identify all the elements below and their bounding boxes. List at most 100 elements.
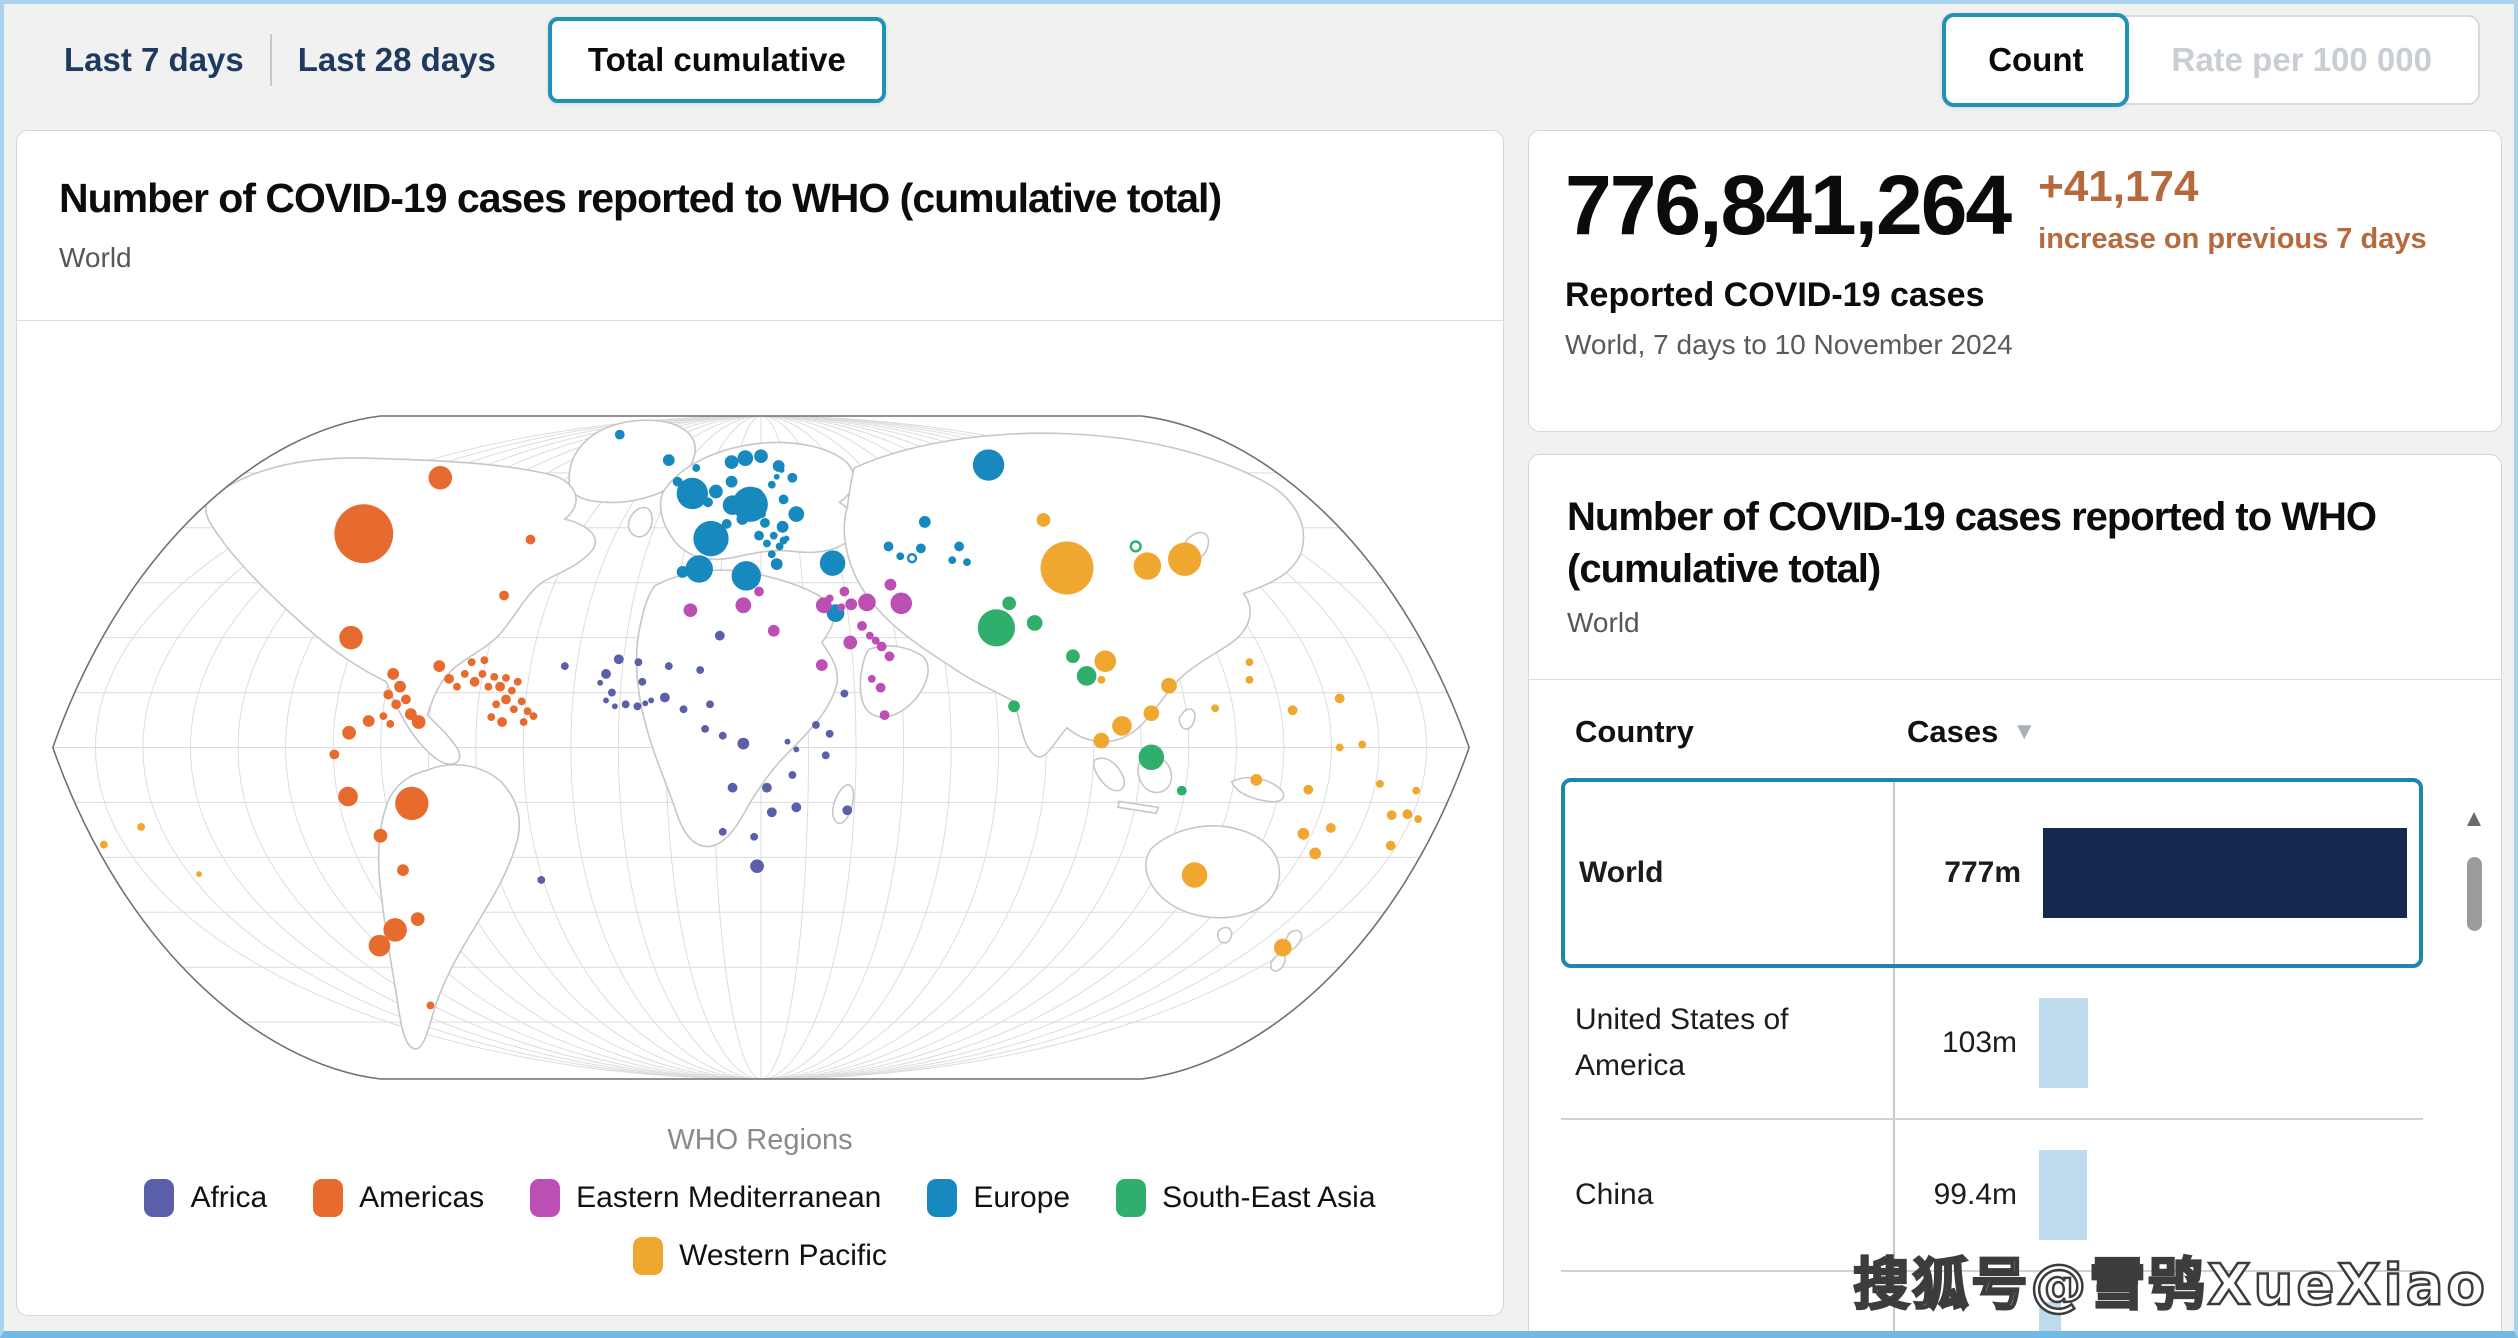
- map-bubble-eu[interactable]: [685, 555, 713, 583]
- map-bubble-am[interactable]: [453, 682, 461, 691]
- map-bubble-af[interactable]: [784, 738, 791, 745]
- legend-item-europe[interactable]: Europe: [927, 1179, 1070, 1217]
- map-bubble-wp[interactable]: [1412, 786, 1421, 795]
- map-bubble-am[interactable]: [484, 682, 493, 691]
- map-bubble-em[interactable]: [683, 603, 698, 618]
- map-bubble-am[interactable]: [428, 466, 453, 490]
- table-row-united-states-of-america[interactable]: United States of America 103m: [1561, 968, 2423, 1120]
- map-bubble-af[interactable]: [648, 697, 655, 704]
- map-bubble-em[interactable]: [857, 620, 867, 631]
- column-header-cases[interactable]: Cases ▼: [1907, 714, 2423, 750]
- map-bubble-wp[interactable]: [1094, 650, 1117, 672]
- map-bubble-eu[interactable]: [778, 494, 789, 505]
- map-bubble-af[interactable]: [791, 802, 802, 813]
- map-bubble-eu[interactable]: [725, 475, 738, 488]
- map-bubble-eu[interactable]: [769, 531, 778, 540]
- map-bubble-em[interactable]: [815, 659, 828, 671]
- map-bubble-eu[interactable]: [778, 466, 785, 473]
- map-bubble-am[interactable]: [362, 715, 375, 727]
- map-bubble-am[interactable]: [410, 912, 425, 927]
- map-bubble-am[interactable]: [387, 668, 400, 680]
- map-bubble-am[interactable]: [373, 828, 388, 843]
- map-bubble-eu[interactable]: [724, 455, 739, 469]
- map-bubble-af[interactable]: [634, 658, 643, 667]
- map-bubble-eu[interactable]: [721, 518, 732, 529]
- legend-item-africa[interactable]: Africa: [144, 1179, 267, 1217]
- map-bubble-em[interactable]: [876, 641, 887, 652]
- map-bubble-se[interactable]: [1076, 666, 1097, 686]
- map-bubble-eu[interactable]: [787, 472, 798, 483]
- map-bubble-wp[interactable]: [1335, 743, 1344, 752]
- map-bubble-am[interactable]: [397, 864, 409, 876]
- map-bubble-am[interactable]: [492, 700, 501, 709]
- map-bubble-am[interactable]: [467, 658, 476, 667]
- map-bubble-eu[interactable]: [758, 510, 766, 518]
- map-bubble-wp[interactable]: [1093, 732, 1110, 749]
- map-bubble-am[interactable]: [411, 715, 426, 729]
- map-bubble-af[interactable]: [714, 630, 725, 641]
- map-bubble-eu[interactable]: [915, 543, 926, 554]
- map-bubble-wp[interactable]: [1325, 823, 1336, 833]
- map-bubble-em[interactable]: [884, 651, 895, 662]
- map-bubble-am[interactable]: [517, 697, 526, 706]
- map-bubble-af[interactable]: [642, 700, 649, 707]
- map-bubble-eu[interactable]: [788, 506, 805, 522]
- map-bubble-wp[interactable]: [1245, 658, 1254, 667]
- map-bubble-am[interactable]: [386, 720, 395, 728]
- map-bubble-eu[interactable]: [731, 561, 761, 591]
- map-bubble-am[interactable]: [338, 786, 358, 807]
- map-bubble-wp[interactable]: [1168, 542, 1202, 576]
- map-bubble-am[interactable]: [444, 673, 455, 684]
- map-bubble-wp[interactable]: [1287, 705, 1298, 716]
- map-bubble-am[interactable]: [469, 676, 480, 687]
- map-bubble-am[interactable]: [395, 786, 429, 821]
- map-bubble-wp[interactable]: [1097, 675, 1106, 684]
- map-bubble-eu[interactable]: [767, 480, 776, 489]
- scroll-up-icon[interactable]: ▲: [2462, 807, 2486, 831]
- map-bubble-af[interactable]: [633, 702, 642, 711]
- map-bubble-eu[interactable]: [762, 539, 771, 548]
- map-bubble-wp[interactable]: [1143, 705, 1160, 722]
- map-bubble-am[interactable]: [342, 725, 356, 740]
- map-bubble-eu[interactable]: [770, 558, 783, 570]
- map-bubble-eu[interactable]: [776, 520, 789, 533]
- map-bubble-se[interactable]: [1026, 615, 1043, 631]
- map-bubble-am[interactable]: [379, 712, 388, 721]
- map-bubble-am[interactable]: [383, 918, 407, 942]
- map-bubble-am[interactable]: [509, 705, 518, 714]
- map-bubble-se[interactable]: [1138, 744, 1165, 771]
- map-bubble-af[interactable]: [750, 859, 764, 874]
- map-bubble-am[interactable]: [401, 694, 411, 705]
- map-bubble-em[interactable]: [843, 635, 858, 650]
- map-bubble-af[interactable]: [706, 700, 714, 709]
- map-bubble-wp[interactable]: [1297, 827, 1310, 840]
- map-bubble-eu[interactable]: [703, 497, 713, 508]
- map-bubble-wp[interactable]: [99, 840, 108, 849]
- map-bubble-eu[interactable]: [948, 556, 957, 565]
- map-bubble-am[interactable]: [501, 694, 511, 705]
- map-bubble-wp[interactable]: [137, 823, 146, 831]
- map-bubble-wp[interactable]: [1402, 809, 1413, 820]
- map-bubble-af[interactable]: [659, 692, 670, 703]
- map-bubble-wp[interactable]: [1386, 810, 1397, 821]
- map-bubble-wp[interactable]: [1334, 693, 1345, 704]
- map-bubble-eu[interactable]: [672, 476, 683, 487]
- map-bubble-am[interactable]: [329, 749, 340, 760]
- map-bubble-af[interactable]: [638, 677, 647, 686]
- metric-tab-rate-per-100-000[interactable]: Rate per 100 000: [2125, 17, 2478, 103]
- map-bubble-wp[interactable]: [1303, 784, 1314, 795]
- map-bubble-am[interactable]: [529, 712, 538, 721]
- map-bubble-am[interactable]: [499, 590, 509, 601]
- map-bubble-em[interactable]: [754, 586, 764, 597]
- map-bubble-em[interactable]: [825, 594, 834, 603]
- map-bubble-af[interactable]: [727, 782, 738, 793]
- map-bubble-am[interactable]: [478, 670, 487, 678]
- map-bubble-eu[interactable]: [754, 449, 768, 464]
- map-bubble-am[interactable]: [490, 672, 499, 681]
- map-bubble-eu[interactable]: [746, 487, 764, 506]
- map-bubble-af[interactable]: [597, 679, 604, 686]
- map-bubble-wp[interactable]: [1245, 675, 1254, 684]
- map-bubble-eu[interactable]: [722, 495, 743, 516]
- map-bubble-wp[interactable]: [1211, 704, 1220, 713]
- map-bubble-wp[interactable]: [1036, 513, 1051, 527]
